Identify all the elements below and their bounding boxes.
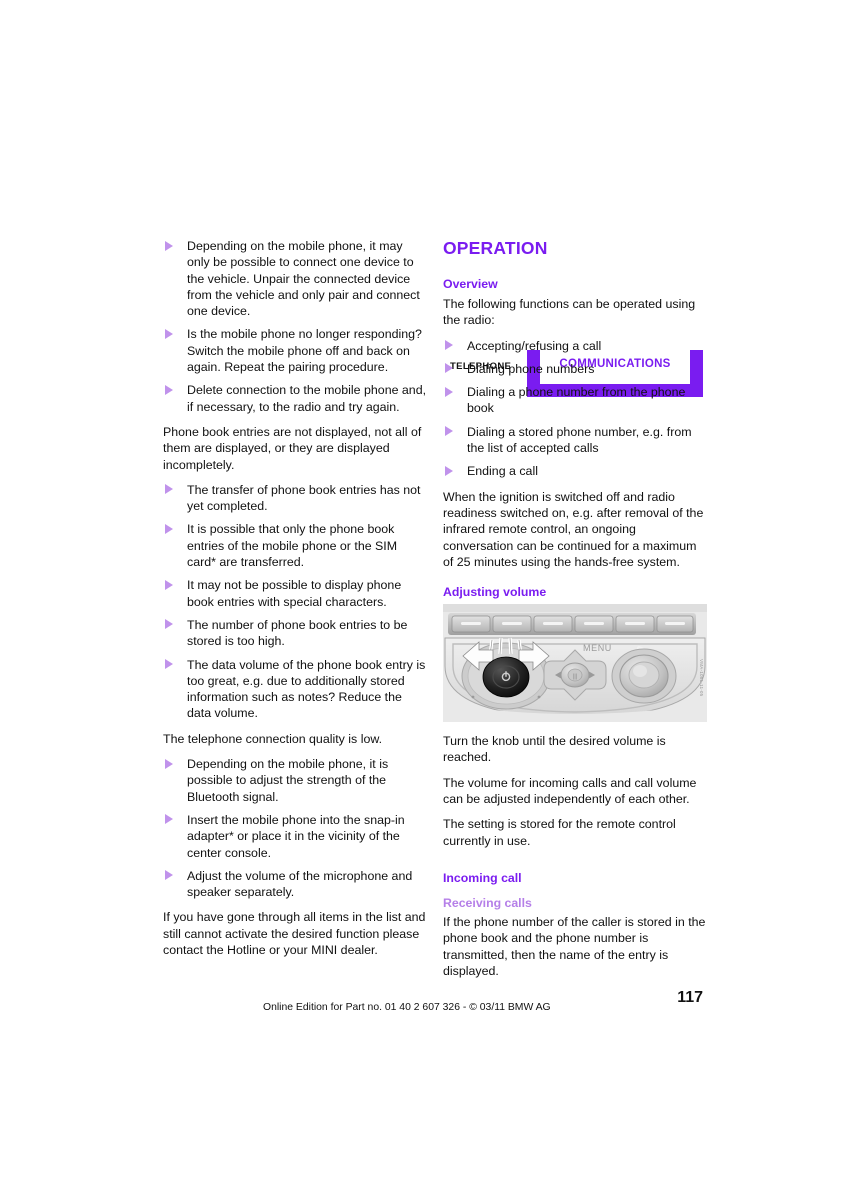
menu-label: MENU: [583, 643, 612, 653]
list-item-text: Depending on the mobile phone, it is pos…: [187, 757, 389, 804]
paragraph-phonebook-issue: Phone book entries are not displayed, no…: [163, 424, 422, 472]
triangle-bullet-icon: [165, 659, 173, 670]
paragraph-connection-quality: The telephone connection quality is low.: [163, 731, 383, 746]
paragraph-turn-knob: Turn the knob until the desired volume i…: [443, 734, 666, 765]
list-item-text: Dialing a phone number from the phone bo…: [467, 385, 686, 416]
bullet-list-overview-functions: Accepting/refusing a call Dialing phone …: [443, 338, 707, 480]
triangle-bullet-icon: [165, 870, 173, 881]
list-item-text: It may not be possible to display phone …: [187, 578, 402, 609]
paragraph-setting-stored: The setting is stored for the remote con…: [443, 817, 676, 848]
triangle-bullet-icon: [165, 814, 173, 825]
paragraph-hotline: If you have gone through all items in th…: [163, 910, 426, 957]
triangle-bullet-icon: [165, 758, 173, 769]
figure-caption: VMA-1081-11-05: [699, 659, 704, 697]
list-item-text: Ending a call: [467, 464, 538, 479]
list-item: The data volume of the phone book entry …: [163, 657, 427, 722]
bullet-list-quality-causes: Depending on the mobile phone, it is pos…: [163, 756, 427, 900]
list-item: Adjust the volume of the microphone and …: [163, 868, 427, 901]
heading-incoming-call: Incoming call: [443, 870, 522, 885]
triangle-bullet-icon: [165, 384, 173, 395]
list-item-text: Dialing phone numbers: [467, 361, 595, 376]
footer-edition-text: Online Edition for Part no. 01 40 2 607 …: [263, 1002, 551, 1013]
list-item: It may not be possible to display phone …: [163, 577, 427, 610]
bullet-list-connection-tips: Depending on the mobile phone, it may on…: [163, 238, 427, 415]
page-title: OPERATION: [443, 238, 548, 258]
triangle-bullet-icon: [165, 328, 173, 339]
list-item-text: Accepting/refusing a call: [467, 338, 602, 353]
triangle-bullet-icon: [165, 484, 173, 495]
heading-receiving-calls: Receiving calls: [443, 895, 532, 910]
list-item: Delete connection to the mobile phone an…: [163, 382, 427, 415]
triangle-bullet-icon: [165, 579, 173, 590]
list-item-text: Insert the mobile phone into the snap-in…: [187, 812, 405, 860]
bullet-list-phonebook-causes: The transfer of phone book entries has n…: [163, 482, 427, 722]
triangle-bullet-icon: [445, 340, 453, 351]
triangle-bullet-icon: [445, 386, 453, 397]
left-text-column: Depending on the mobile phone, it may on…: [163, 238, 427, 967]
triangle-bullet-icon: [445, 363, 453, 374]
list-item-text: Adjust the volume of the microphone and …: [187, 868, 413, 900]
list-item-text: Dialing a stored phone number, e.g. from…: [467, 424, 692, 456]
list-item-text: The transfer of phone book entries has n…: [187, 482, 421, 514]
list-item: Dialing a stored phone number, e.g. from…: [443, 424, 707, 457]
list-item: Is the mobile phone no longer responding…: [163, 326, 427, 375]
list-item-text: Delete connection to the mobile phone an…: [187, 383, 427, 414]
list-item: The transfer of phone book entries has n…: [163, 482, 427, 515]
list-item-text: Is the mobile phone no longer responding…: [187, 327, 422, 375]
list-item: The number of phone book entries to be s…: [163, 617, 427, 650]
triangle-bullet-icon: [165, 240, 173, 251]
triangle-bullet-icon: [445, 465, 453, 476]
list-item: Depending on the mobile phone, it is pos…: [163, 756, 427, 805]
page-header: TELEPHONE COMMUNICATIONS: [0, 175, 848, 397]
list-item: Ending a call: [443, 463, 707, 479]
list-item-text: The number of phone book entries to be s…: [187, 617, 408, 649]
list-item-text: It is possible that only the phone book …: [187, 522, 398, 570]
list-item: Dialing a phone number from the phone bo…: [443, 384, 707, 417]
list-item-text: The data volume of the phone book entry …: [187, 657, 426, 721]
right-text-column: OPERATION Overview The following functio…: [443, 238, 707, 988]
triangle-bullet-icon: [165, 619, 173, 630]
list-item: It is possible that only the phone book …: [163, 521, 427, 570]
paragraph-receiving-calls: If the phone number of the caller is sto…: [443, 914, 706, 978]
list-item: Dialing phone numbers: [443, 361, 707, 377]
list-item: Accepting/refusing a call: [443, 338, 707, 354]
triangle-bullet-icon: [165, 523, 173, 534]
paragraph-volume-independent: The volume for incoming calls and call v…: [443, 775, 697, 807]
paragraph-overview-intro: The following functions can be operated …: [443, 297, 696, 328]
heading-adjusting-volume: Adjusting volume: [443, 585, 547, 600]
triangle-bullet-icon: [445, 426, 453, 437]
radio-control-panel-illustration: ||| MENU VMA-1081-11-05: [443, 604, 707, 723]
page-number: 117: [677, 989, 703, 1006]
heading-overview: Overview: [443, 277, 498, 291]
paragraph-ignition: When the ignition is switched off and ra…: [443, 489, 704, 569]
svg-text:|||: |||: [573, 674, 578, 680]
radio-panel-svg: ||| MENU: [443, 604, 707, 723]
list-item-text: Depending on the mobile phone, it may on…: [187, 239, 420, 319]
list-item: Insert the mobile phone into the snap-in…: [163, 812, 427, 861]
manual-page: TELEPHONE COMMUNICATIONS Depending on th…: [0, 0, 848, 1200]
list-item: Depending on the mobile phone, it may on…: [163, 238, 427, 319]
